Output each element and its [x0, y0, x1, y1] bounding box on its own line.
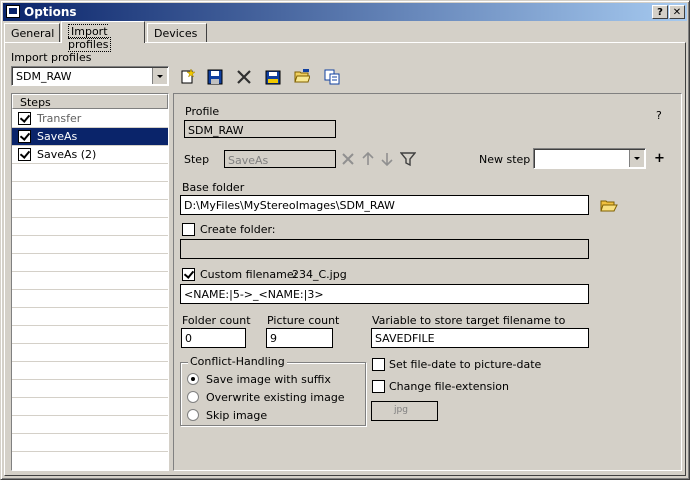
list-item: [12, 344, 168, 362]
step-row-saveas-2[interactable]: SaveAs (2): [12, 146, 168, 164]
extension-field: jpg: [371, 401, 438, 421]
help-button[interactable]: ?: [652, 5, 668, 19]
import-profile-value: SDM_RAW: [16, 70, 72, 83]
step-transfer-label: Transfer: [37, 112, 82, 125]
change-extension-label: Change file-extension: [389, 380, 509, 393]
radio-overwrite[interactable]: [187, 391, 199, 403]
list-item: [12, 236, 168, 254]
chevron-down-icon[interactable]: [629, 150, 644, 167]
step-saveas-2-label: SaveAs (2): [37, 148, 97, 161]
chevron-down-icon[interactable]: [152, 68, 167, 84]
base-folder-field[interactable]: D:\MyFiles\MyStereoImages\SDM_RAW: [180, 195, 589, 215]
delete-icon[interactable]: [236, 69, 252, 85]
radio-skip-image[interactable]: [187, 409, 199, 421]
list-item: [12, 200, 168, 218]
browse-folder-icon[interactable]: [600, 197, 618, 213]
profile-label: Profile: [185, 105, 220, 118]
create-folder-field: [180, 239, 589, 259]
save-with-suffix-label: Save image with suffix: [206, 373, 331, 386]
app-icon: [6, 5, 20, 18]
folder-count-field[interactable]: 0: [181, 328, 246, 348]
tab-devices[interactable]: Devices: [147, 23, 207, 42]
set-file-date-label: Set file-date to picture-date: [389, 358, 542, 371]
profile-name-field: SDM_RAW: [184, 120, 336, 138]
filter-icon[interactable]: [400, 151, 416, 167]
step-saveas-2-checkbox[interactable]: [18, 148, 31, 161]
window-title: Options: [24, 5, 77, 19]
custom-filename-label: Custom filename:: [200, 268, 298, 281]
list-item: [12, 272, 168, 290]
custom-filename-preview: 234_C.jpg: [292, 268, 347, 281]
overwrite-label: Overwrite existing image: [206, 391, 345, 404]
list-item: [12, 416, 168, 434]
step-row-transfer[interactable]: Transfer: [12, 110, 168, 128]
base-folder-label: Base folder: [182, 181, 245, 194]
move-up-icon[interactable]: [360, 151, 376, 167]
steps-list[interactable]: Steps Transfer SaveAs SaveAs (2): [11, 93, 169, 471]
list-item: [12, 326, 168, 344]
picture-count-label: Picture count: [267, 314, 340, 327]
list-item: [12, 452, 168, 470]
steps-header: Steps: [12, 94, 168, 109]
list-item: [12, 254, 168, 272]
new-step-select[interactable]: [533, 148, 646, 169]
list-item: [12, 290, 168, 308]
list-item: [12, 434, 168, 452]
step-saveas-label: SaveAs: [37, 130, 78, 143]
list-item: [12, 362, 168, 380]
conflict-handling-label: Conflict-Handling: [188, 355, 287, 368]
tab-general[interactable]: General: [4, 23, 60, 42]
custom-filename-checkbox[interactable]: [182, 268, 195, 281]
add-step-button[interactable]: +: [654, 151, 665, 166]
custom-filename-field[interactable]: <NAME:|5->_<NAME:|3>: [180, 284, 589, 304]
copy-icon[interactable]: [324, 69, 340, 85]
radio-save-with-suffix[interactable]: [187, 373, 199, 385]
tab-import-profiles[interactable]: Import profiles: [61, 21, 145, 52]
list-item: [12, 218, 168, 236]
step-transfer-checkbox[interactable]: [18, 112, 31, 125]
save-as-icon[interactable]: [265, 69, 281, 85]
set-file-date-checkbox[interactable]: [372, 358, 385, 371]
variable-field[interactable]: SAVEDFILE: [371, 328, 589, 348]
step-name-field: SaveAs: [224, 150, 336, 168]
list-item: [12, 164, 168, 182]
picture-count-field[interactable]: 9: [266, 328, 333, 348]
folder-count-label: Folder count: [182, 314, 251, 327]
save-icon[interactable]: [207, 69, 223, 85]
close-button[interactable]: ✕: [669, 5, 685, 19]
open-folder-icon[interactable]: [294, 68, 310, 84]
list-item: [12, 398, 168, 416]
step-saveas-checkbox[interactable]: [18, 130, 31, 143]
remove-step-icon[interactable]: [340, 151, 356, 167]
step-row-saveas[interactable]: SaveAs: [12, 128, 168, 146]
variable-label: Variable to store target filename to: [372, 314, 566, 327]
create-folder-label: Create folder:: [200, 223, 276, 236]
step-label: Step: [184, 153, 210, 166]
move-down-icon[interactable]: [379, 151, 395, 167]
new-icon[interactable]: [179, 68, 195, 84]
tab-import-profiles-label: Import profiles: [68, 24, 112, 52]
skip-image-label: Skip image: [206, 409, 268, 422]
create-folder-checkbox[interactable]: [182, 223, 195, 236]
change-extension-checkbox[interactable]: [372, 380, 385, 393]
help-icon[interactable]: ?: [656, 109, 662, 122]
import-profile-select[interactable]: SDM_RAW: [11, 66, 169, 86]
list-item: [12, 308, 168, 326]
import-profiles-label: Import profiles: [11, 51, 92, 64]
list-item: [12, 380, 168, 398]
list-item: [12, 182, 168, 200]
new-step-label: New step: [479, 153, 531, 166]
title-bar: Options ? ✕: [3, 3, 687, 21]
